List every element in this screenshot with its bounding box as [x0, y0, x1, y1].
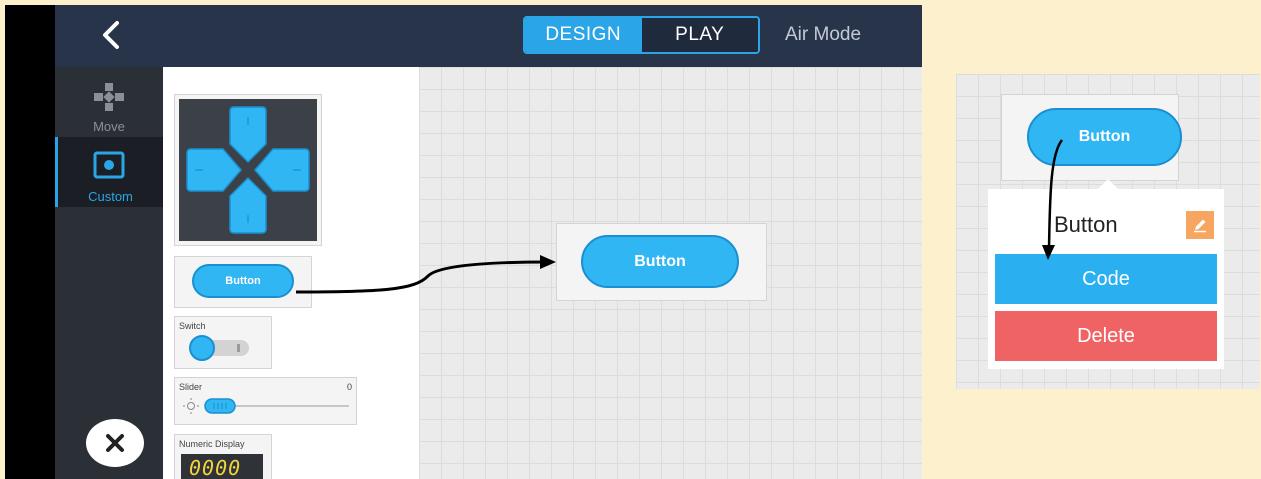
tap-arrow — [1042, 139, 1064, 260]
